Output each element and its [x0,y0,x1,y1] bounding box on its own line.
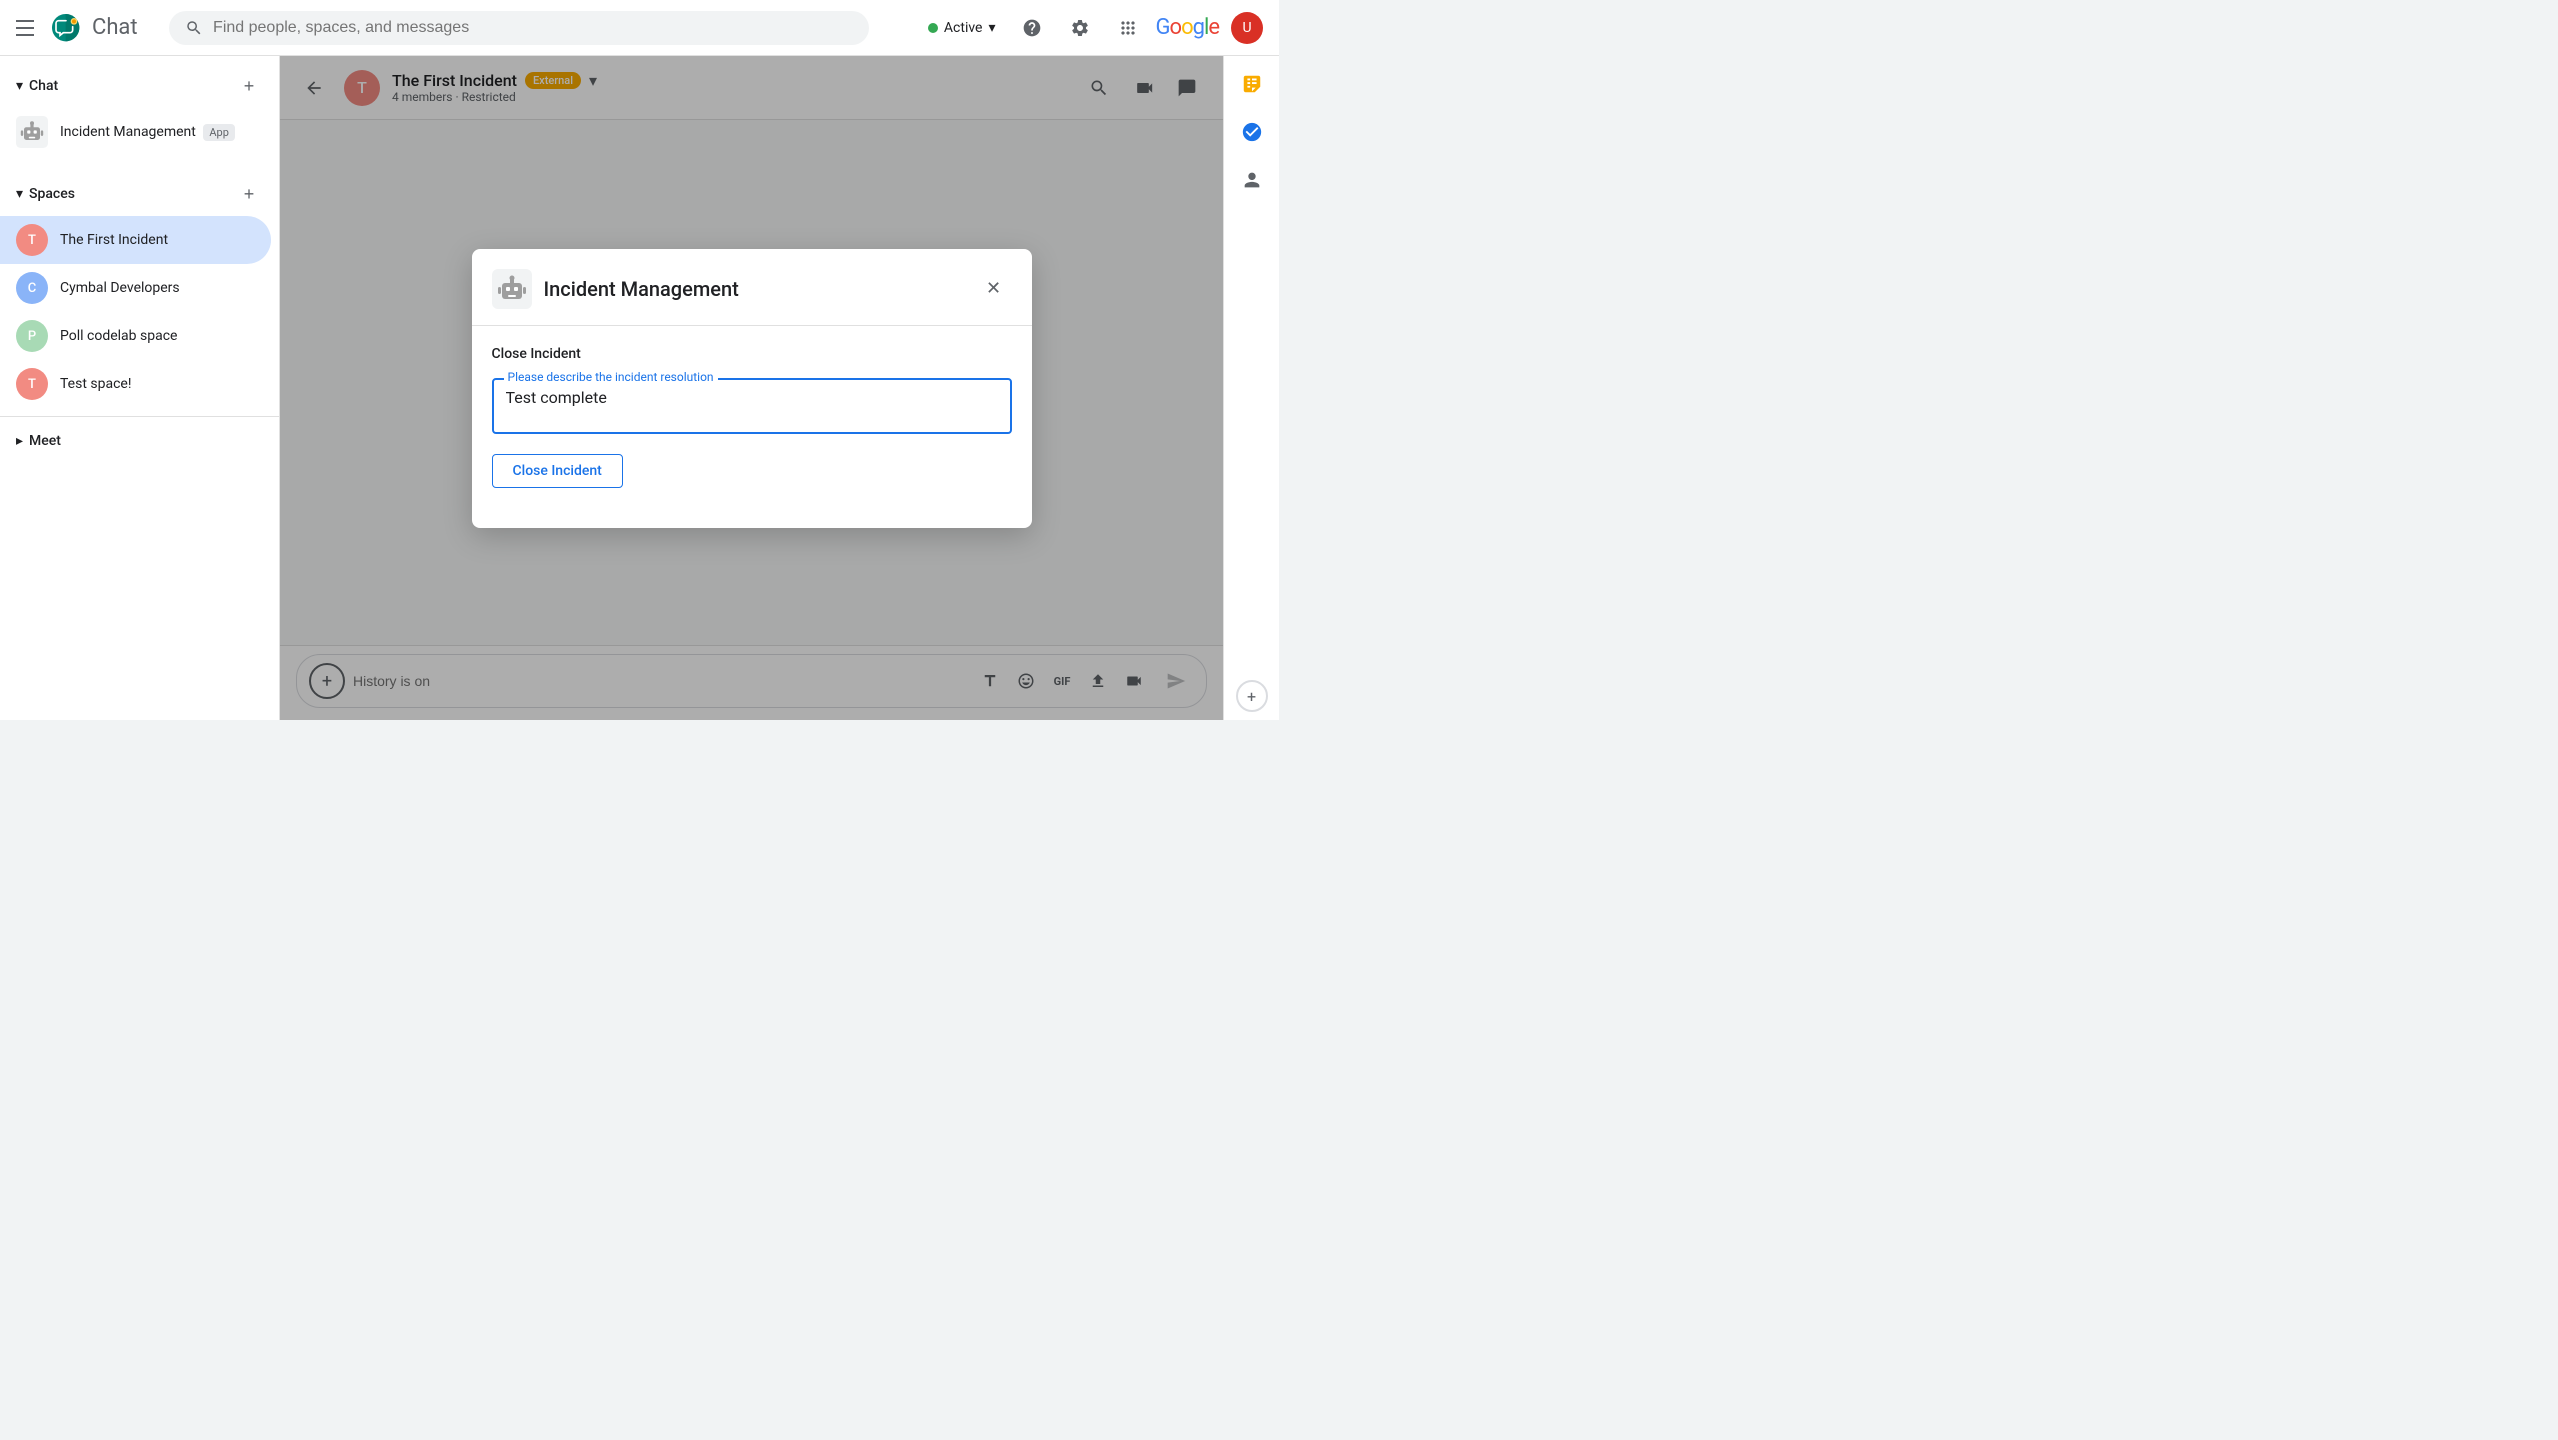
sidebar: ▾ Chat + [0,56,280,720]
sidebar-label-the-first-incident: The First Incident [60,232,168,248]
app-badge: App [203,124,235,141]
chat-chevron: ▾ [16,78,23,94]
space-avatar-p: P [16,320,48,352]
right-panel-sticky-note[interactable] [1232,64,1272,104]
top-bar-left: Chat [16,12,138,44]
modal-field-wrapper: Please describe the incident resolution … [492,378,1012,434]
meet-section-title: ▸ Meet [16,433,61,449]
active-status-badge[interactable]: Active ▾ [920,16,1004,40]
chat-section-header[interactable]: ▾ Chat + [0,64,279,108]
modal-robot-icon [492,269,532,309]
apps-grid-button[interactable] [1108,8,1148,48]
sidebar-item-poll-codelab[interactable]: P Poll codelab space [0,312,271,360]
space-avatar-t2: T [16,368,48,400]
incident-management-modal: Incident Management ✕ Close Incident Ple… [472,249,1032,528]
right-panel-add-button[interactable]: + [1236,680,1268,712]
meet-section-header[interactable]: ▸ Meet [0,425,279,457]
top-bar: Chat Active ▾ Google U [0,0,1279,56]
google-logo: Google [1156,15,1219,40]
content-area: T The First Incident External ▾ 4 member… [280,56,1223,720]
chat-section: ▾ Chat + [0,56,279,164]
sidebar-item-cymbal-developers[interactable]: C Cymbal Developers [0,264,271,312]
modal-close-button[interactable]: ✕ [976,271,1012,307]
top-bar-right: Active ▾ Google U [920,8,1263,48]
chat-add-button[interactable]: + [235,72,263,100]
close-incident-button[interactable]: Close Incident [492,454,623,488]
search-icon [185,19,203,37]
modal-body: Close Incident Please describe the incid… [472,326,1032,528]
search-bar[interactable] [169,11,869,45]
spaces-section-title: ▾ Spaces [16,186,75,202]
settings-button[interactable] [1060,8,1100,48]
spaces-add-button[interactable]: + [235,180,263,208]
right-panel: + [1223,56,1279,720]
modal-overlay[interactable]: Incident Management ✕ Close Incident Ple… [280,56,1223,720]
hamburger-icon[interactable] [16,16,40,40]
sidebar-item-incident-management[interactable]: Incident Management App [0,108,271,156]
chat-logo-icon [50,12,82,44]
active-label: Active [944,20,983,36]
help-button[interactable] [1012,8,1052,48]
spaces-section: ▾ Spaces + T The First Incident C Cymbal… [0,164,279,416]
modal-header: Incident Management ✕ [472,249,1032,326]
sidebar-label-cymbal-developers: Cymbal Developers [60,280,180,296]
modal-title: Incident Management [544,277,964,301]
active-dot [928,23,938,33]
main-layout: ▾ Chat + [0,56,1279,720]
robot-icon [16,116,48,148]
modal-section-title: Close Incident [492,346,1012,362]
meet-chevron: ▸ [16,433,23,449]
right-panel-check-icon[interactable] [1232,112,1272,152]
search-input[interactable] [213,19,853,37]
modal-field-label: Please describe the incident resolution [504,370,718,384]
space-avatar-t: T [16,224,48,256]
sidebar-item-the-first-incident[interactable]: T The First Incident [0,216,271,264]
chat-section-title: ▾ Chat [16,78,58,94]
active-chevron: ▾ [988,20,995,36]
meet-section: ▸ Meet [0,416,279,465]
space-avatar-c: C [16,272,48,304]
sidebar-label-poll-codelab: Poll codelab space [60,328,177,344]
spaces-section-header[interactable]: ▾ Spaces + [0,172,279,216]
sidebar-incident-info: Incident Management App [60,124,235,140]
user-avatar[interactable]: U [1231,12,1263,44]
sidebar-item-label: Incident Management App [60,124,235,140]
spaces-chevron: ▾ [16,186,23,202]
app-title: Chat [92,15,138,40]
modal-resolution-textarea[interactable]: Test complete [506,388,998,420]
sidebar-item-test-space[interactable]: T Test space! [0,360,271,408]
sidebar-label-test-space: Test space! [60,376,131,392]
right-panel-person-icon[interactable] [1232,160,1272,200]
